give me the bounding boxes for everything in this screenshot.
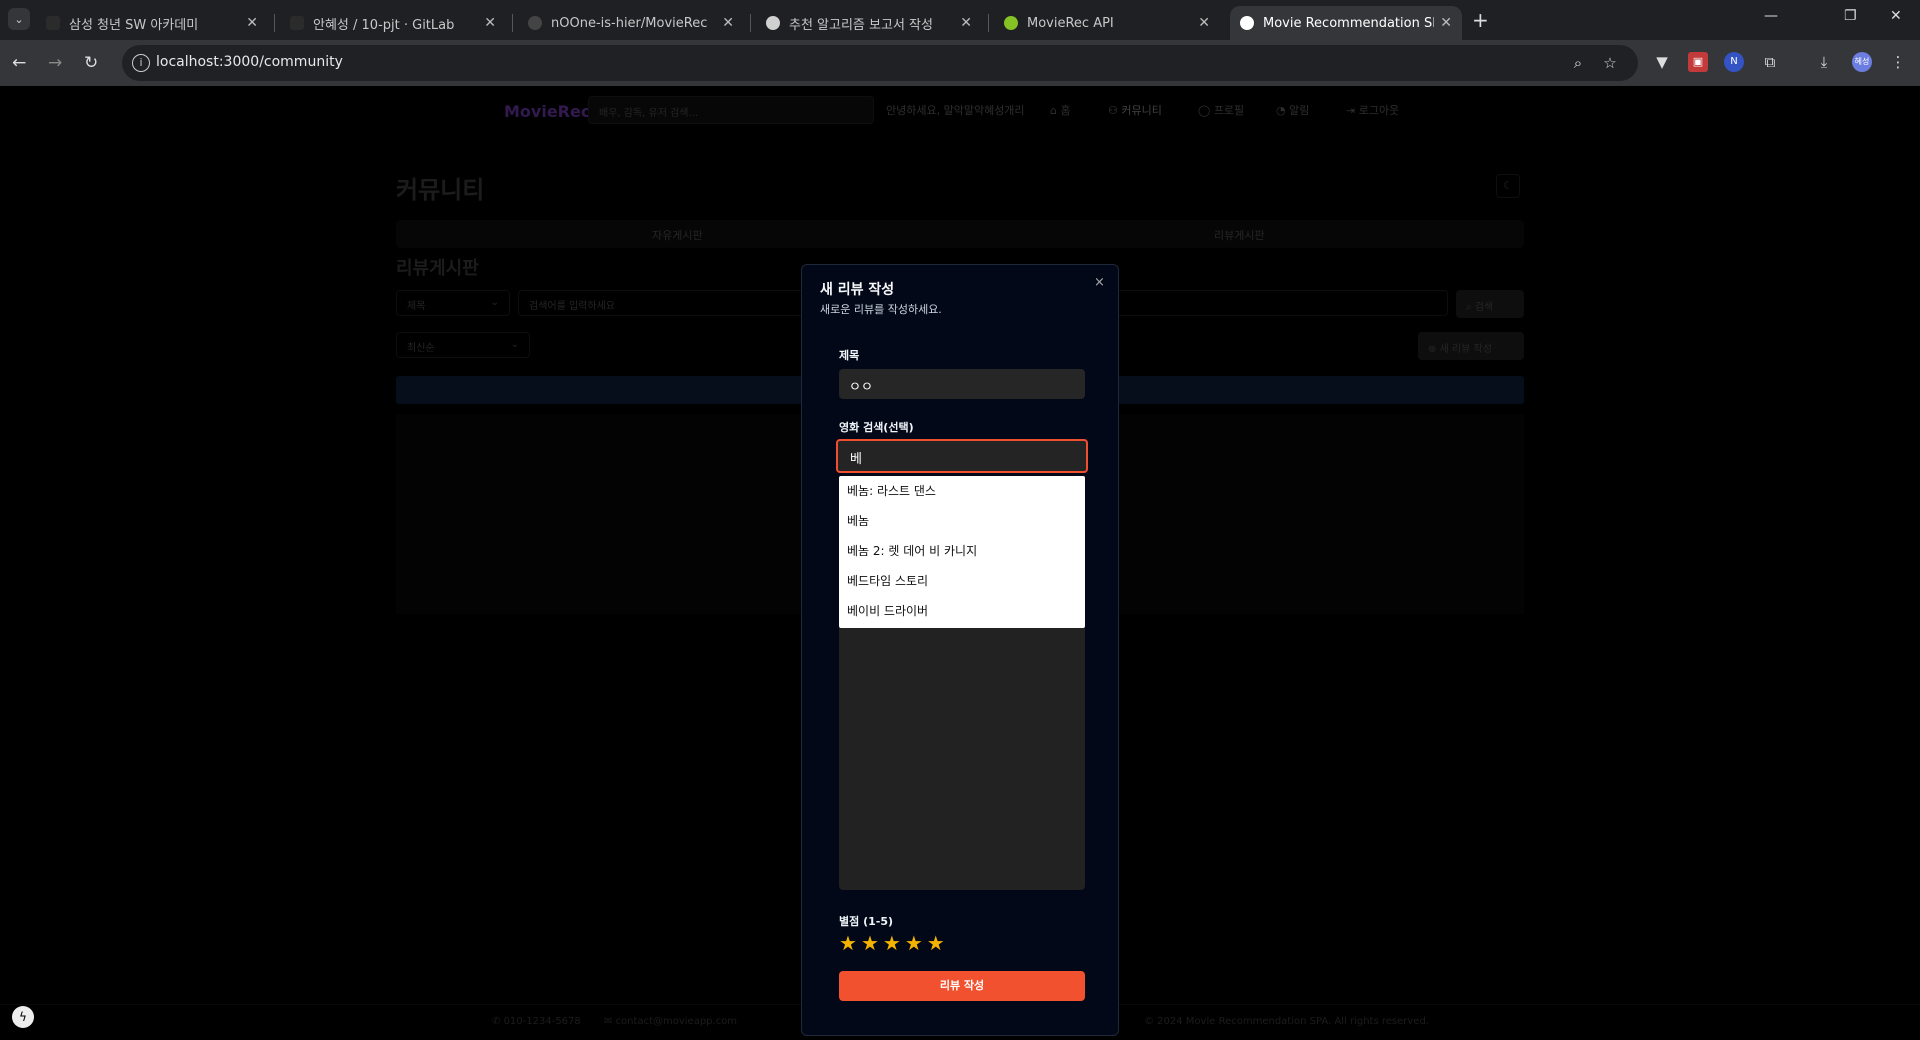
rating-label: 별점 (1-5) <box>839 915 893 928</box>
movie-search-label: 영화 검색(선택) <box>839 421 914 434</box>
star-icon[interactable]: ★ <box>905 933 923 953</box>
close-tab-icon[interactable]: ✕ <box>1440 15 1452 31</box>
bookmark-star-icon[interactable]: ☆ <box>1600 53 1620 73</box>
naver-extension-icon[interactable]: N <box>1724 52 1744 72</box>
suggestion-item[interactable]: 베놈: 라스트 댄스 <box>847 482 936 499</box>
github-favicon-icon <box>528 16 542 30</box>
browser-toolbar: ← → ↻ i localhost:3000/community ⌕ ☆ ▼ ▣… <box>0 40 1920 86</box>
vue-extension-icon[interactable]: ▼ <box>1652 52 1672 72</box>
restore-icon[interactable]: ❐ <box>1844 8 1857 24</box>
page-body: MovieRec 배우, 감독, 유저 검색... 안녕하세요, 말악말악혜성개… <box>0 86 1920 1040</box>
star-icon[interactable]: ★ <box>861 933 879 953</box>
site-logo[interactable]: MovieRec <box>504 102 590 121</box>
browser-tab-bar: ⌄ 삼성 청년 SW 아카데미 ✕ 안혜성 / 10-pjt · GitLab … <box>0 0 1920 40</box>
close-tab-icon[interactable]: ✕ <box>1198 15 1210 31</box>
tab-divider <box>988 14 989 32</box>
new-tab-icon[interactable]: + <box>1472 8 1489 32</box>
nav-notifications[interactable]: ◔ 알림 <box>1276 102 1309 118</box>
movie-search-input[interactable]: 베 <box>836 439 1088 473</box>
address-bar[interactable]: i localhost:3000/community ⌕ ☆ <box>122 45 1638 81</box>
browser-tab[interactable]: 안혜성 / 10-pjt · GitLab ✕ <box>280 6 506 40</box>
suggestion-item[interactable]: 베드타임 스토리 <box>847 572 928 589</box>
tab-divider <box>512 14 513 32</box>
footer-phone: ✆ 010-1234-5678 <box>492 1016 581 1027</box>
tab-search-button[interactable]: ⌄ <box>8 8 30 30</box>
board-title: 리뷰게시판 <box>396 258 479 279</box>
footer-email: ✉ contact@movieapp.com <box>604 1016 738 1027</box>
gitlab-favicon-icon <box>290 16 304 30</box>
suggestion-item[interactable]: 베놈 <box>847 512 869 529</box>
forward-icon[interactable]: → <box>48 53 62 73</box>
tab-review-board[interactable]: 리뷰게시판 <box>1214 227 1265 243</box>
nextjs-favicon-icon <box>1240 16 1254 30</box>
nav-profile[interactable]: ◯ 프로필 <box>1198 102 1244 118</box>
tab-free-board[interactable]: 자유게시판 <box>652 227 703 243</box>
browser-tab[interactable]: 추천 알고리즘 보고서 작성 ✕ <box>756 6 982 40</box>
zoom-icon[interactable]: ⌕ <box>1568 53 1588 73</box>
title-label: 제목 <box>839 349 860 362</box>
profile-avatar[interactable]: 혜성 <box>1852 52 1872 72</box>
tab-divider <box>274 14 275 32</box>
close-tab-icon[interactable]: ✕ <box>722 15 734 31</box>
extension-icon[interactable]: ▣ <box>1688 52 1708 72</box>
nav-home[interactable]: ⌂ 홈 <box>1050 102 1071 118</box>
rating-stars: ★ ★ ★ ★ ★ <box>839 933 945 953</box>
theme-toggle-icon[interactable]: ☾ <box>1496 174 1520 198</box>
api-favicon-icon <box>1004 16 1018 30</box>
new-review-modal: 새 리뷰 작성 새로운 리뷰를 작성하세요. × 제목 ㅇㅇ 영화 검색(선택)… <box>801 264 1119 1036</box>
board-search-button[interactable]: ⌕ 검색 <box>1456 290 1524 318</box>
browser-tab-active[interactable]: Movie Recommendation SPA ✕ <box>1230 6 1462 40</box>
minimize-icon[interactable]: — <box>1764 8 1778 24</box>
browser-tab[interactable]: 삼성 청년 SW 아카데미 ✕ <box>36 6 268 40</box>
star-icon[interactable]: ★ <box>839 933 857 953</box>
nextjs-devtools-icon[interactable]: ϟ <box>12 1006 34 1028</box>
board-tabs: 자유게시판 리뷰게시판 <box>396 220 1524 248</box>
modal-subtitle: 새로운 리뷰를 작성하세요. <box>820 303 942 316</box>
tab-divider <box>750 14 751 32</box>
modal-title: 새 리뷰 작성 <box>820 282 895 298</box>
browser-menu-icon[interactable]: ⋮ <box>1888 52 1908 72</box>
chatgpt-favicon-icon <box>766 16 780 30</box>
reload-icon[interactable]: ↻ <box>84 53 98 73</box>
ssafy-favicon-icon <box>46 16 60 30</box>
modal-close-icon[interactable]: × <box>1094 275 1105 290</box>
star-icon[interactable]: ★ <box>927 933 945 953</box>
close-tab-icon[interactable]: ✕ <box>484 15 496 31</box>
extensions-puzzle-icon[interactable]: ⧉ <box>1760 52 1780 72</box>
browser-tab[interactable]: nOOne-is-hier/MovieRec ✕ <box>518 6 744 40</box>
filter-select[interactable]: 제목 ⌄ <box>396 290 510 316</box>
suggestion-item[interactable]: 베놈 2: 렛 데어 비 카니지 <box>847 542 977 559</box>
star-icon[interactable]: ★ <box>883 933 901 953</box>
review-content-textarea[interactable] <box>839 628 1085 890</box>
nav-community[interactable]: ⚇ 커뮤니티 <box>1108 102 1162 118</box>
greeting-text: 안녕하세요, 말악말악혜성개리 <box>886 104 1025 117</box>
nav-logout[interactable]: ⇥ 로그아웃 <box>1346 102 1399 118</box>
footer-copyright: © 2024 Movie Recommendation SPA. All rig… <box>1144 1016 1429 1027</box>
back-icon[interactable]: ← <box>12 53 26 73</box>
site-search-input[interactable]: 배우, 감독, 유저 검색... <box>588 96 874 124</box>
browser-tab[interactable]: MovieRec API ✕ <box>994 6 1220 40</box>
close-tab-icon[interactable]: ✕ <box>960 15 972 31</box>
movie-suggestions-dropdown: 베놈: 라스트 댄스 베놈 베놈 2: 렛 데어 비 카니지 베드타임 스토리 … <box>839 476 1085 628</box>
sort-select[interactable]: 최신순 ⌄ <box>396 332 530 358</box>
new-review-button[interactable]: ⊕ 새 리뷰 작성 <box>1418 332 1524 360</box>
site-info-icon[interactable]: i <box>132 54 150 72</box>
submit-review-button[interactable]: 리뷰 작성 <box>839 971 1085 1001</box>
window-close-icon[interactable]: ✕ <box>1890 8 1902 24</box>
suggestion-item[interactable]: 베이비 드라이버 <box>847 602 928 619</box>
page-title: 커뮤니티 <box>396 176 485 204</box>
download-icon[interactable]: ⤓ <box>1814 52 1834 72</box>
close-tab-icon[interactable]: ✕ <box>246 15 258 31</box>
title-input[interactable]: ㅇㅇ <box>839 369 1085 399</box>
